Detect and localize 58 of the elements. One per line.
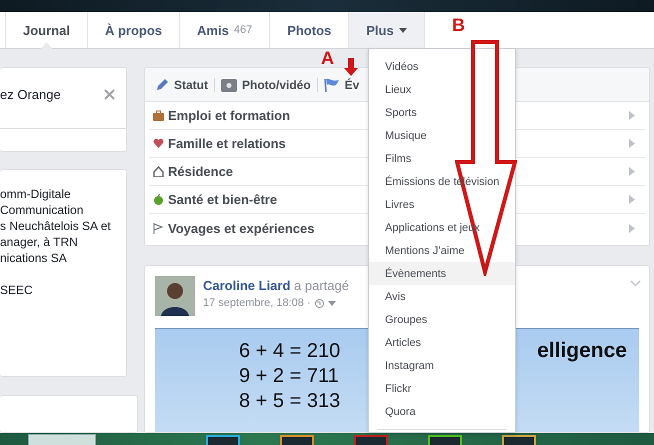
- menu-item[interactable]: Lieux: [369, 78, 515, 101]
- chevron-icon: [629, 167, 635, 176]
- intro-line: SEEC: [0, 282, 34, 298]
- intro-line: omm-Digitale: [0, 186, 72, 202]
- menu-item[interactable]: Livres: [369, 193, 515, 216]
- intro-line: anager, à TRN: [0, 234, 79, 250]
- arrow-icon: [344, 58, 358, 76]
- menu-item[interactable]: Évènements: [369, 262, 515, 285]
- image-caption-text: elligence: [537, 338, 627, 364]
- menu-item[interactable]: Articles: [369, 331, 515, 354]
- menu-item[interactable]: Vidéos: [369, 55, 515, 78]
- post-time: 17 septembre, 18:08 ·: [203, 297, 311, 309]
- avatar: [155, 276, 195, 316]
- notice-text: ez Orange: [0, 86, 61, 102]
- menu-item[interactable]: Groupes: [369, 308, 515, 331]
- chevron-icon: [629, 224, 635, 232]
- annotation-letter: A: [321, 48, 334, 69]
- profile-tab[interactable]: Plus: [349, 12, 425, 48]
- chevron-icon: [629, 195, 635, 204]
- menu-item[interactable]: Avis: [369, 285, 515, 308]
- annotation-letter: B: [452, 15, 465, 36]
- intro-line: Communication: [0, 202, 84, 218]
- taskbar-icon[interactable]: [280, 435, 314, 445]
- post-author-line: Caroline Liard a partagé: [203, 278, 349, 293]
- menu-item[interactable]: Mentions J’aime: [369, 239, 515, 262]
- equation-text: 9 + 2 = 711: [239, 364, 339, 389]
- heart-icon: [153, 138, 164, 149]
- chevron-icon: [629, 111, 635, 120]
- menu-item[interactable]: Films: [369, 147, 515, 170]
- caret-icon[interactable]: [328, 300, 336, 306]
- composer-action[interactable]: Statut: [155, 78, 208, 92]
- intro-line: nications SA: [0, 250, 68, 266]
- pencil-icon: [155, 78, 169, 92]
- apple-icon: [153, 194, 164, 205]
- taskbar-button[interactable]: [28, 434, 96, 445]
- taskbar-icon[interactable]: [206, 435, 240, 445]
- composer-action[interactable]: Photo/vidéo: [221, 78, 311, 92]
- camera-icon: [221, 78, 237, 92]
- equation-text: 8 + 5 = 313: [239, 389, 340, 414]
- flag-icon: [324, 78, 340, 92]
- menu-item[interactable]: Quora: [369, 400, 515, 423]
- composer-action[interactable]: Év: [324, 78, 360, 92]
- taskbar-icon[interactable]: [428, 435, 462, 445]
- menu-item[interactable]: Sports: [369, 101, 515, 124]
- taskbar-icon[interactable]: [502, 435, 536, 445]
- chevron-icon: [629, 139, 635, 148]
- close-icon[interactable]: [104, 88, 115, 100]
- briefcase-icon: [153, 110, 164, 121]
- chevron-icon[interactable]: [630, 280, 641, 287]
- equation-text: 6 + 4 = 210: [239, 339, 340, 364]
- menu-item[interactable]: Instagram: [369, 354, 515, 377]
- menu-item[interactable]: Musique: [369, 124, 515, 147]
- flag-icon: [153, 222, 164, 234]
- intro-line: s Neuchâtelois SA et: [0, 218, 112, 234]
- menu-item[interactable]: Flickr: [369, 377, 515, 400]
- caret-icon: [398, 28, 407, 32]
- house-icon: [153, 166, 164, 177]
- globe-icon: [314, 298, 324, 308]
